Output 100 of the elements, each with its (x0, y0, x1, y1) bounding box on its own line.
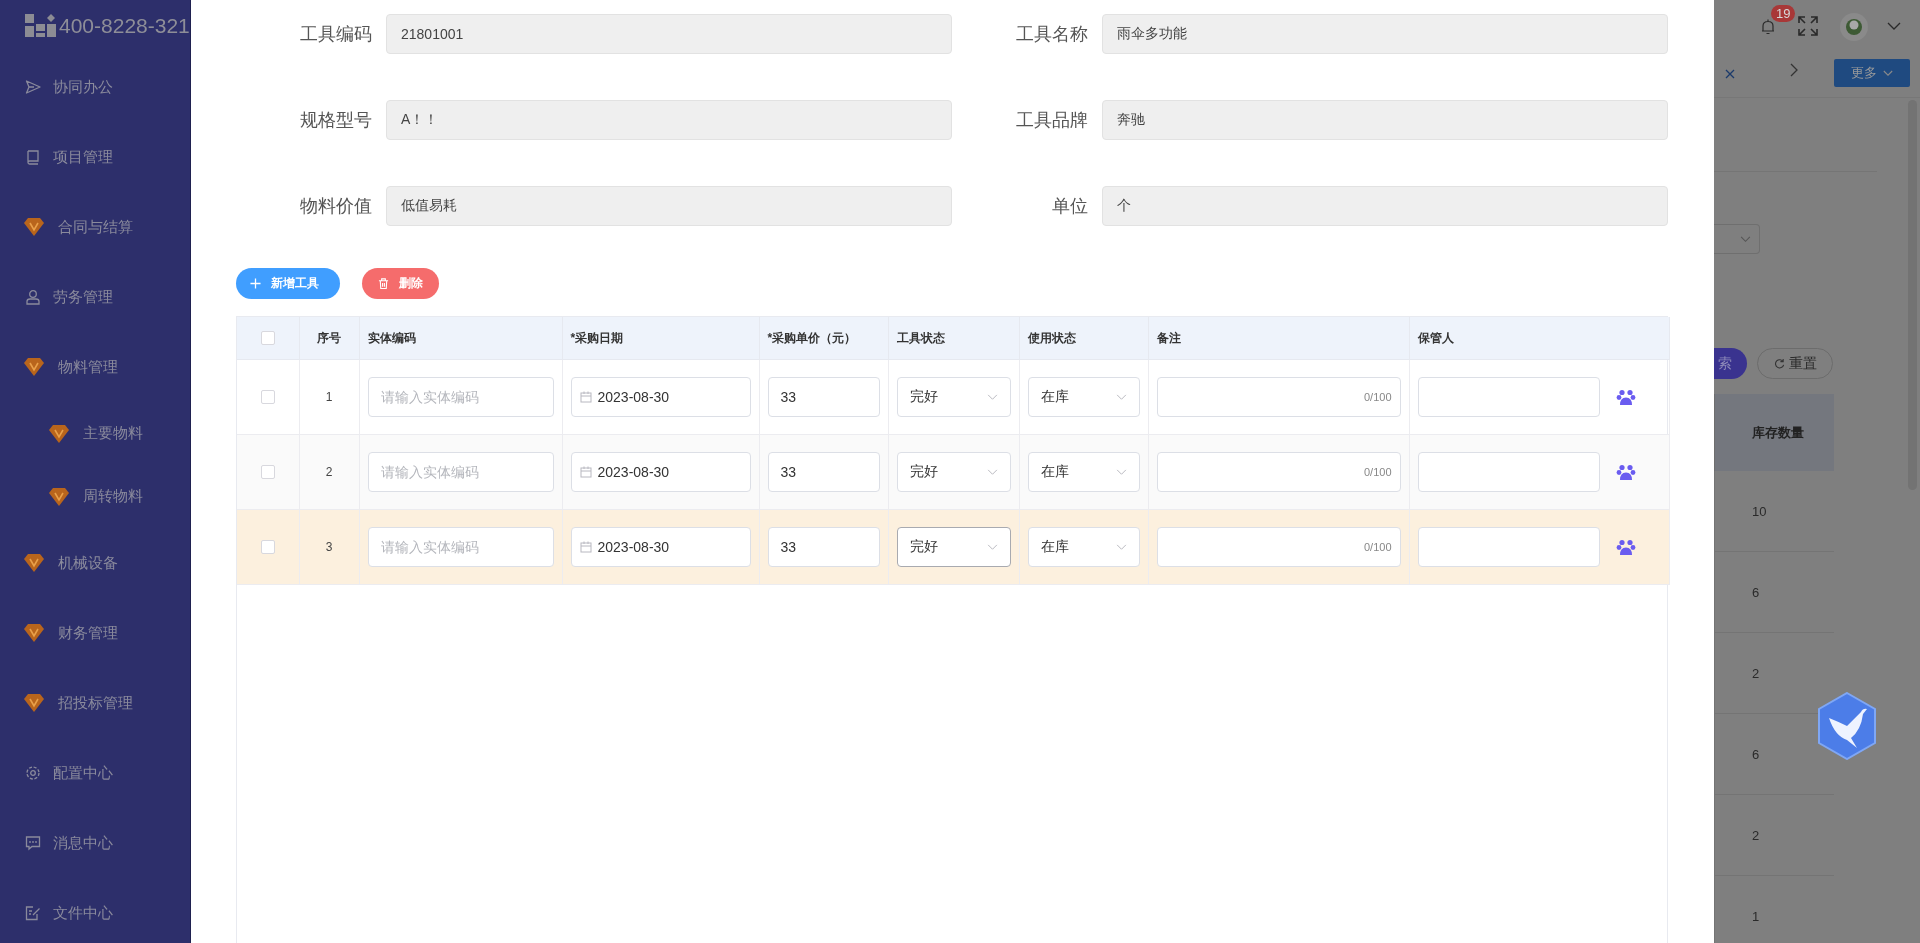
price-field[interactable]: 33 (767, 527, 880, 567)
sidebar-item[interactable]: 项目管理 (0, 122, 190, 192)
chat-icon (25, 835, 41, 851)
sidebar-item[interactable]: 物料管理 (0, 332, 190, 402)
column-header: 库存数量 (1714, 394, 1834, 471)
column-header: 保管人 (1409, 317, 1669, 360)
gem-icon (24, 694, 44, 712)
trash-icon (378, 278, 389, 289)
row-number: 2 (325, 465, 333, 479)
code-input[interactable]: 请输入实体编码 (367, 527, 554, 567)
field-label: 工具名称 (1015, 23, 1089, 46)
table-row[interactable]: 1 请输入实体编码 2023-08-30 33 完好 在库 0/100 (237, 359, 1669, 435)
field-label: 规格型号 (299, 109, 373, 132)
sidebar-item[interactable]: 财务管理 (0, 598, 190, 668)
readonly-field: 奔驰 (1102, 100, 1668, 140)
date-field[interactable]: 2023-08-30 (570, 452, 751, 492)
fullscreen-icon[interactable] (1798, 16, 1818, 36)
column-header: 工具状态 (888, 317, 1019, 360)
sidebar-item[interactable]: 机械设备 (0, 528, 190, 598)
delete-button[interactable]: 删除 (362, 268, 439, 299)
calendar-icon (579, 466, 592, 478)
table-cell: 6 (1714, 552, 1834, 633)
field-label: 单位 (1051, 195, 1089, 218)
use-state-select[interactable]: 在库 (1027, 527, 1140, 567)
field-label: 工具品牌 (1015, 109, 1089, 132)
column-header: *采购日期 (562, 317, 759, 360)
chevron-right-icon[interactable] (1790, 63, 1798, 77)
add-tool-button[interactable]: 新增工具 (236, 268, 340, 299)
column-header: *采购单价（元） (759, 317, 888, 360)
sidebar-item[interactable]: 消息中心 (0, 808, 190, 878)
hummingbird-app-icon[interactable] (1817, 692, 1877, 760)
row-number: 3 (325, 540, 333, 554)
sidebar-subitem[interactable]: 主要物料 (0, 402, 190, 465)
tool-state-select[interactable]: 完好 (896, 452, 1011, 492)
code-input[interactable]: 请输入实体编码 (367, 377, 554, 417)
keeper-input[interactable] (1417, 377, 1600, 417)
field-label: 物料价值 (299, 195, 373, 218)
column-header: 序号 (299, 317, 359, 360)
remark-field[interactable]: 0/100 (1156, 527, 1401, 567)
sidebar-item[interactable]: 配置中心 (0, 738, 190, 808)
price-field[interactable]: 33 (767, 377, 880, 417)
user-icon (25, 289, 41, 305)
search-button[interactable]: 索 (1714, 348, 1747, 379)
row-checkbox[interactable] (260, 465, 275, 480)
column-header: 使用状态 (1019, 317, 1148, 360)
sidebar-item[interactable]: 招投标管理 (0, 668, 190, 738)
use-state-select[interactable]: 在库 (1027, 452, 1140, 492)
remark-field[interactable]: 0/100 (1156, 452, 1401, 492)
chevron-down-icon (986, 543, 998, 551)
gem-icon (24, 624, 44, 642)
date-field[interactable]: 2023-08-30 (570, 377, 751, 417)
row-checkbox[interactable] (260, 390, 275, 405)
table-row[interactable]: 2 请输入实体编码 2023-08-30 33 完好 在库 0/100 (237, 434, 1669, 510)
close-icon[interactable] (1725, 69, 1735, 79)
column-header: 实体编码 (359, 317, 562, 360)
book-icon (25, 149, 41, 165)
avatar-icon[interactable] (1840, 13, 1868, 41)
code-input[interactable]: 请输入实体编码 (367, 452, 554, 492)
chevron-down-icon (1115, 543, 1127, 551)
gem-icon (24, 358, 44, 376)
tool-state-select[interactable]: 完好 (896, 377, 1011, 417)
sidebar-item[interactable]: 合同与结算 (0, 192, 190, 262)
sidebar-item[interactable]: 劳务管理 (0, 262, 190, 332)
table-cell: 2 (1714, 795, 1834, 876)
logo-icon (25, 14, 57, 38)
table-row[interactable]: 3 请输入实体编码 2023-08-30 33 完好 在库 0/100 (237, 509, 1669, 585)
row-number: 1 (325, 390, 333, 404)
date-field[interactable]: 2023-08-30 (570, 527, 751, 567)
remark-field[interactable]: 0/100 (1156, 377, 1401, 417)
sidebar-item[interactable]: 协同办公 (0, 52, 190, 122)
keeper-input[interactable] (1417, 527, 1600, 567)
select-field[interactable] (1714, 224, 1760, 254)
field-label: 工具编码 (299, 23, 373, 46)
select-all-checkbox[interactable] (260, 331, 275, 346)
chevron-down-icon (1883, 69, 1893, 77)
notification-badge: 19 (1771, 5, 1796, 22)
readonly-field: 21801001 (386, 14, 952, 54)
gem-icon (24, 218, 44, 236)
chevron-down-icon (1115, 393, 1127, 401)
character-count: 0/100 (1363, 466, 1392, 478)
chevron-down-icon (986, 468, 998, 476)
sidebar-subitem[interactable]: 周转物料 (0, 465, 190, 528)
more-button[interactable]: 更多 (1834, 59, 1910, 87)
use-state-select[interactable]: 在库 (1027, 377, 1140, 417)
chevron-down-icon[interactable] (1887, 22, 1901, 30)
keeper-input[interactable] (1417, 452, 1600, 492)
readonly-field: 低值易耗 (386, 186, 952, 226)
reset-button[interactable]: 重置 (1757, 348, 1833, 379)
settings-icon (25, 765, 41, 781)
gem-icon (49, 487, 69, 506)
sidebar-item[interactable]: 文件中心 (0, 878, 190, 943)
row-checkbox[interactable] (260, 540, 275, 555)
character-count: 0/100 (1363, 391, 1392, 403)
tool-state-select[interactable]: 完好 (896, 527, 1011, 567)
column-header: 备注 (1148, 317, 1409, 360)
price-field[interactable]: 33 (767, 452, 880, 492)
table-cell: 10 (1714, 471, 1834, 552)
refresh-icon (1773, 358, 1785, 369)
bell-icon[interactable] (1761, 19, 1775, 35)
calendar-icon (579, 541, 592, 553)
